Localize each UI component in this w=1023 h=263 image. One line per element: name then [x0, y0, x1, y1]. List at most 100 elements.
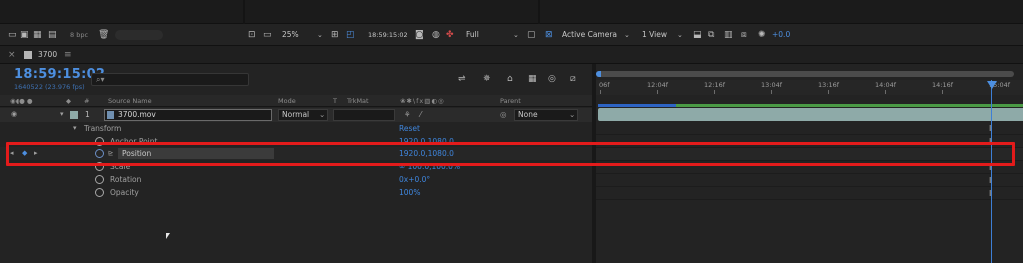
quality-switch-icon[interactable]: ⁄ — [420, 108, 421, 121]
track-transform — [596, 122, 1023, 135]
ruler-tick — [828, 90, 829, 94]
keyframe-marker-icon[interactable]: I — [989, 124, 991, 133]
stopwatch-icon[interactable] — [95, 175, 104, 184]
av-features-icon[interactable]: ◉◖● ● — [10, 95, 33, 107]
trkmat-dropdown[interactable] — [333, 109, 395, 121]
transform-reset-link[interactable]: Reset — [399, 122, 420, 135]
color-channel-icon[interactable]: ✤ — [446, 29, 454, 41]
layer-search-input[interactable]: ⌕▾ — [91, 73, 249, 86]
panel-menu-icon[interactable]: ≡ — [64, 49, 72, 61]
column-mode[interactable]: Mode — [278, 95, 296, 107]
close-tab-icon[interactable]: × — [8, 49, 16, 61]
zoom-select[interactable]: 25% — [282, 29, 299, 41]
view-layout-select[interactable]: 1 View — [642, 29, 667, 41]
region-of-interest-icon[interactable]: ▢ — [527, 29, 536, 41]
parent-dropdown[interactable]: None ⌄ — [514, 109, 578, 121]
graph-editor-icon[interactable]: ⧄ — [570, 73, 576, 85]
pick-whip-icon[interactable]: ◎ — [500, 108, 507, 121]
cached-frames-indicator — [598, 104, 676, 107]
ruler-tick — [657, 90, 658, 94]
chevron-down-icon[interactable]: ⌄ — [317, 29, 323, 41]
show-snapshot-icon[interactable]: ◍ — [432, 29, 440, 41]
twirl-down-icon[interactable]: ▾ — [73, 122, 77, 135]
bit-depth-label[interactable]: 8 bpc — [70, 29, 88, 41]
motion-blur-icon[interactable]: ◎ — [548, 73, 556, 85]
camera-icon[interactable]: ◙ — [415, 29, 424, 41]
property-row-rotation[interactable]: Rotation 0x+0.0° — [0, 173, 592, 186]
interpret-footage-icon[interactable]: ▭ — [8, 29, 17, 41]
mode-value: Normal — [282, 110, 310, 119]
fast-previews-icon[interactable]: ⧉ — [708, 29, 714, 41]
column-parent[interactable]: Parent — [500, 95, 521, 107]
camera-select[interactable]: Active Camera — [562, 29, 617, 41]
always-preview-icon[interactable]: ⊡ — [248, 29, 256, 41]
layer-row[interactable]: ◉ ▾ 1 3700.mov Normal ⌄ ⚘ ⁄ ◎ None ⌄ — [0, 108, 592, 122]
thumbnail-slider[interactable] — [115, 30, 163, 40]
monitor-icon[interactable]: ▭ — [263, 29, 272, 41]
twirl-down-icon[interactable]: ▾ — [60, 108, 64, 121]
label-icon[interactable]: ◆ — [66, 95, 71, 107]
keyframe-marker-icon[interactable]: I — [989, 189, 991, 198]
ruler-tick — [771, 90, 772, 94]
composition-tab[interactable]: 3700 — [38, 49, 57, 61]
exposure-value[interactable]: +0.0 — [772, 29, 790, 41]
navigator-start-handle[interactable] — [596, 71, 601, 77]
column-source-name[interactable]: Source Name — [108, 95, 152, 107]
chevron-down-icon: ⌄ — [569, 110, 576, 119]
shy-switch-icon[interactable]: ⚘ — [404, 108, 411, 121]
hide-shy-layers-icon[interactable]: ⌂ — [507, 73, 513, 85]
column-t[interactable]: T — [333, 95, 337, 107]
panel-divider — [538, 0, 540, 24]
highlight-box — [6, 142, 1015, 166]
column-number[interactable]: # — [84, 95, 89, 107]
property-value[interactable]: 100% — [399, 186, 420, 199]
chevron-down-icon[interactable]: ⌄ — [513, 29, 519, 41]
layer-name-field[interactable]: 3700.mov — [104, 109, 272, 121]
grid-guide-icon[interactable]: ⊞ — [331, 29, 339, 41]
new-composition-icon[interactable]: ▦ — [33, 29, 42, 41]
stopwatch-icon[interactable] — [95, 188, 104, 197]
new-folder-icon[interactable]: ▣ — [20, 29, 29, 41]
label-color-swatch[interactable] — [70, 111, 78, 119]
mask-visibility-icon[interactable]: ◰ — [346, 29, 355, 41]
transparency-grid-icon[interactable]: ⊠ — [545, 29, 553, 41]
delete-icon[interactable]: 🗑 — [98, 29, 109, 41]
mouse-cursor — [166, 233, 170, 239]
transform-label: Transform — [84, 124, 122, 133]
viewer-timecode[interactable]: 18:59:15:02 — [368, 29, 408, 41]
resolution-select[interactable]: Full — [466, 29, 479, 41]
chevron-down-icon[interactable]: ⌄ — [677, 29, 683, 41]
property-name: Rotation — [110, 175, 142, 184]
layer-duration-bar[interactable] — [598, 108, 1023, 121]
footage-file-icon — [107, 111, 114, 119]
flowchart-icon[interactable]: ⧈ — [741, 29, 747, 41]
property-row-opacity[interactable]: Opacity 100% — [0, 186, 592, 199]
column-switches[interactable]: ❀✱\fx▧◐◎ — [400, 95, 445, 107]
timeline-icon[interactable]: ▥ — [724, 29, 733, 41]
draft-3d-icon[interactable]: ✵ — [483, 73, 491, 85]
transform-group-row[interactable]: ▾ Transform Reset — [0, 122, 592, 135]
comp-mini-flowchart-icon[interactable]: ⇌ — [458, 73, 466, 85]
property-value[interactable]: 0x+0.0° — [399, 173, 430, 186]
column-trkmat[interactable]: TrkMat — [347, 95, 369, 107]
ruler-label: 14:16f — [932, 81, 954, 89]
chevron-down-icon: ⌄ — [319, 110, 326, 119]
ruler-tick — [714, 90, 715, 94]
time-navigator[interactable] — [596, 71, 1014, 77]
layer-name[interactable]: 3700.mov — [118, 109, 156, 121]
reset-exposure-icon[interactable]: ✺ — [758, 29, 766, 41]
frame-blending-icon[interactable]: ▦ — [528, 73, 537, 85]
time-ruler[interactable]: 06f 12:04f 12:16f 13:04f 13:16f 14:04f 1… — [596, 80, 1023, 95]
toggle-pixel-aspect-icon[interactable]: ⬓ — [693, 29, 702, 41]
keyframe-marker-icon[interactable]: I — [989, 176, 991, 185]
current-time-indicator-handle[interactable] — [987, 81, 997, 89]
ruler-label: 12:04f — [647, 81, 669, 89]
video-visibility-icon[interactable]: ◉ — [11, 108, 17, 121]
adjust-project-settings-icon[interactable]: ▤ — [48, 29, 57, 41]
track-opacity — [596, 187, 1023, 200]
viewer-toolbar: ▭ ▣ ▦ ▤ 8 bpc 🗑 ⊡ ▭ 25% ⌄ ⊞ ◰ 18:59:15:0… — [0, 24, 1023, 46]
mode-dropdown[interactable]: Normal ⌄ — [278, 109, 328, 121]
search-icon: ⌕▾ — [96, 75, 105, 84]
chevron-down-icon[interactable]: ⌄ — [624, 29, 630, 41]
track-rotation — [596, 174, 1023, 187]
